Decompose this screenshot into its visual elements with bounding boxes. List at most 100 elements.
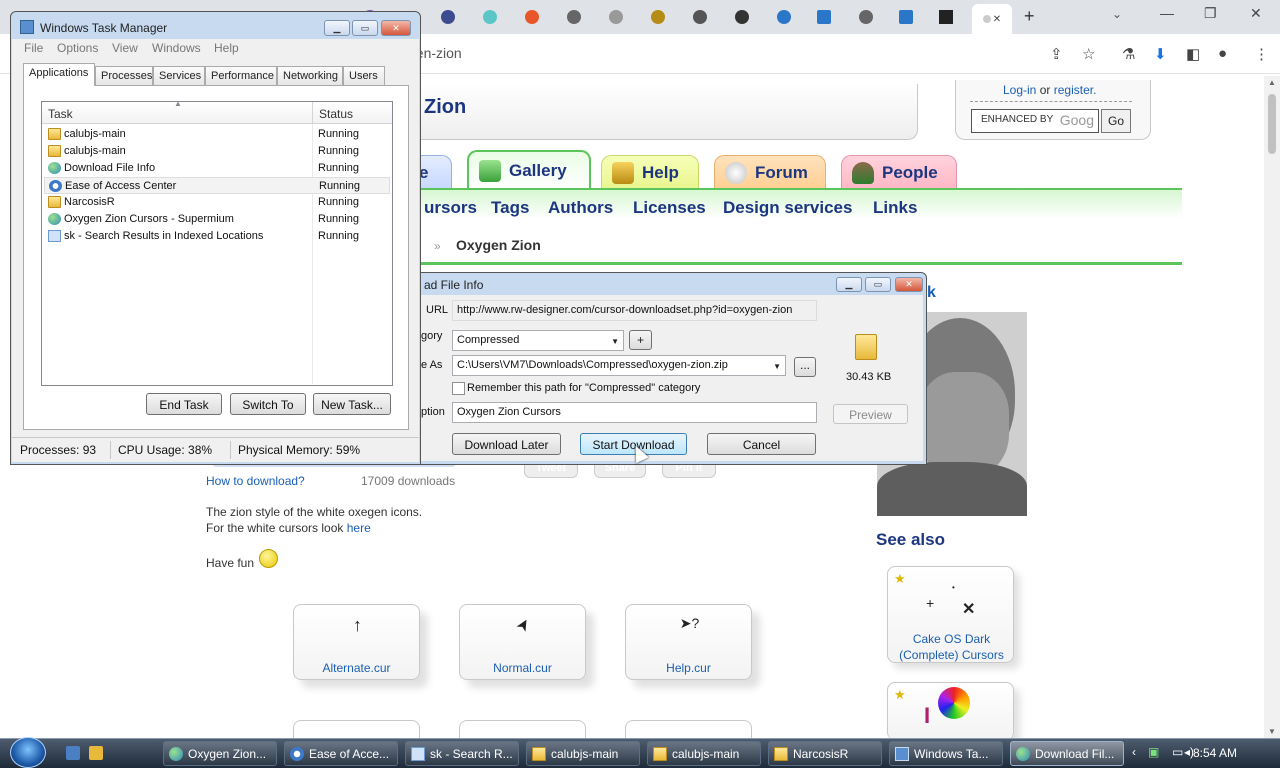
scroll-up-icon[interactable]: ▲ (1268, 78, 1276, 87)
nav-tab-help[interactable]: Help (601, 155, 699, 189)
preview-button[interactable]: Preview (833, 404, 908, 424)
nav-tab-people[interactable]: People (841, 155, 957, 189)
cancel-button[interactable]: Cancel (707, 433, 816, 455)
menu-options[interactable]: Options (57, 41, 98, 55)
browser-tab[interactable] (598, 6, 634, 28)
login-link[interactable]: Log-in (1003, 83, 1036, 97)
minimize-button[interactable]: — (1160, 5, 1174, 21)
column-divider[interactable] (312, 102, 313, 124)
taskbar-item[interactable]: Windows Ta... (889, 741, 1003, 766)
download-icon[interactable]: ⬇ (1154, 45, 1167, 63)
new-tab-button[interactable]: + (1024, 6, 1035, 27)
restore-button[interactable]: ❐ (1204, 5, 1217, 22)
browser-tab[interactable] (848, 6, 884, 28)
start-button[interactable] (10, 737, 46, 768)
extensions-icon[interactable]: ⚗ (1122, 45, 1135, 63)
nav-tab-gallery[interactable]: Gallery (467, 150, 591, 189)
new-task-button[interactable]: New Task... (313, 393, 391, 415)
profile-icon[interactable]: ● (1218, 45, 1227, 62)
tab-networking[interactable]: Networking (277, 66, 343, 85)
tab-applications[interactable]: Applications (23, 63, 95, 86)
site-search-input[interactable]: ENHANCED BY Goog (971, 109, 1099, 133)
category-select[interactable]: Compressed ▼ (452, 330, 624, 351)
taskbar-item[interactable]: Ease of Acce... (284, 741, 398, 766)
task-row[interactable]: calubjs-main Running (44, 143, 390, 160)
menu-file[interactable]: File (24, 41, 43, 55)
task-row[interactable]: calubjs-main Running (44, 126, 390, 143)
browser-tab[interactable] (682, 6, 718, 28)
taskbar-item-active[interactable]: Download Fil... (1010, 741, 1124, 766)
subnav-licenses[interactable]: Licenses (633, 198, 706, 218)
close-tab-icon[interactable]: ✕ (993, 14, 1001, 25)
share-icon[interactable]: ⇪ (1050, 45, 1063, 63)
menu-view[interactable]: View (112, 41, 138, 55)
browser-tab-active[interactable]: ✕ (972, 4, 1012, 34)
browser-tab[interactable] (888, 6, 924, 28)
maximize-button[interactable]: ▭ (865, 277, 891, 292)
menu-windows[interactable]: Windows (152, 41, 201, 55)
subnav-authors[interactable]: Authors (548, 198, 613, 218)
cursor-name[interactable]: Normal.cur (459, 661, 586, 675)
taskbar-item[interactable]: calubjs-main (647, 741, 761, 766)
show-desktop-icon[interactable] (66, 746, 80, 760)
task-row[interactable]: Download File Info Running (44, 160, 390, 177)
explorer-icon[interactable] (89, 746, 103, 760)
nav-tab-forum[interactable]: Forum (714, 155, 826, 189)
browser-tab[interactable] (928, 6, 964, 28)
add-category-button[interactable]: + (629, 330, 652, 350)
taskbar-item[interactable]: Oxygen Zion... (163, 741, 277, 766)
cursor-name[interactable]: Help.cur (625, 661, 752, 675)
browser-tab[interactable] (514, 6, 550, 28)
column-header-status[interactable]: Status (319, 107, 353, 121)
taskbar-item[interactable]: sk - Search R... (405, 741, 519, 766)
description-field[interactable]: Oxygen Zion Cursors (452, 402, 817, 423)
browse-button[interactable]: ... (794, 357, 816, 377)
cursor-name[interactable]: Alternate.cur (293, 661, 420, 675)
close-button[interactable]: ✕ (381, 20, 411, 36)
subnav-design-services[interactable]: Design services (723, 198, 852, 218)
taskbar-item[interactable]: NarcosisR (768, 741, 882, 766)
close-window-button[interactable]: ✕ (1250, 5, 1262, 22)
taskbar-item[interactable]: calubjs-main (526, 741, 640, 766)
minimize-button[interactable]: ▁ (324, 20, 350, 36)
subnav-tags[interactable]: Tags (491, 198, 529, 218)
see-also-card[interactable]: ★ + • ✕ Cake OS Dark (Complete) Cursors (887, 566, 1014, 663)
download-later-button[interactable]: Download Later (452, 433, 561, 455)
scrollbar-thumb[interactable] (1268, 94, 1276, 154)
here-link[interactable]: here (347, 521, 371, 535)
browser-tab[interactable] (766, 6, 802, 28)
menu-help[interactable]: Help (214, 41, 239, 55)
browser-tab[interactable] (430, 6, 466, 28)
how-to-download-link[interactable]: How to download? (206, 474, 305, 488)
maximize-button[interactable]: ▭ (352, 20, 378, 36)
browser-tab[interactable] (806, 6, 842, 28)
scroll-down-icon[interactable]: ▼ (1268, 727, 1276, 736)
menu-icon[interactable]: ⋮ (1254, 45, 1269, 63)
task-row-selected[interactable]: Ease of Access Center Running (44, 177, 390, 194)
url-field[interactable]: http://www.rw-designer.com/cursor-downlo… (452, 300, 817, 321)
tab-users[interactable]: Users (343, 66, 385, 85)
subnav-cursors[interactable]: ursors (424, 198, 477, 218)
end-task-button[interactable]: End Task (146, 393, 222, 415)
browser-tab[interactable] (472, 6, 508, 28)
see-also-card[interactable]: ★ I (887, 682, 1014, 740)
display-icon[interactable]: ▭ (1172, 745, 1183, 759)
tab-search-chevron-icon[interactable]: ⌄ (1112, 7, 1122, 21)
save-as-combobox[interactable]: C:\Users\VM7\Downloads\Compressed\oxygen… (452, 355, 786, 376)
network-icon[interactable]: ▣ (1148, 745, 1159, 759)
browser-tab[interactable] (640, 6, 676, 28)
author-name[interactable]: k (927, 284, 936, 302)
task-row[interactable]: sk - Search Results in Indexed Locations… (44, 228, 390, 245)
tab-performance[interactable]: Performance (205, 66, 277, 85)
page-scrollbar[interactable]: ▲ ▼ (1264, 76, 1280, 738)
search-go-button[interactable]: Go (1101, 109, 1131, 133)
tab-processes[interactable]: Processes (95, 66, 153, 85)
minimize-button[interactable]: ▁ (836, 277, 862, 292)
switch-to-button[interactable]: Switch To (230, 393, 306, 415)
register-link[interactable]: register. (1054, 83, 1097, 97)
tray-chevron-icon[interactable]: ‹ (1132, 745, 1136, 759)
browser-tab[interactable] (556, 6, 592, 28)
browser-tab[interactable] (724, 6, 760, 28)
remember-path-label[interactable]: Remember this path for "Compressed" cate… (467, 382, 700, 394)
close-button[interactable]: ✕ (895, 277, 923, 292)
